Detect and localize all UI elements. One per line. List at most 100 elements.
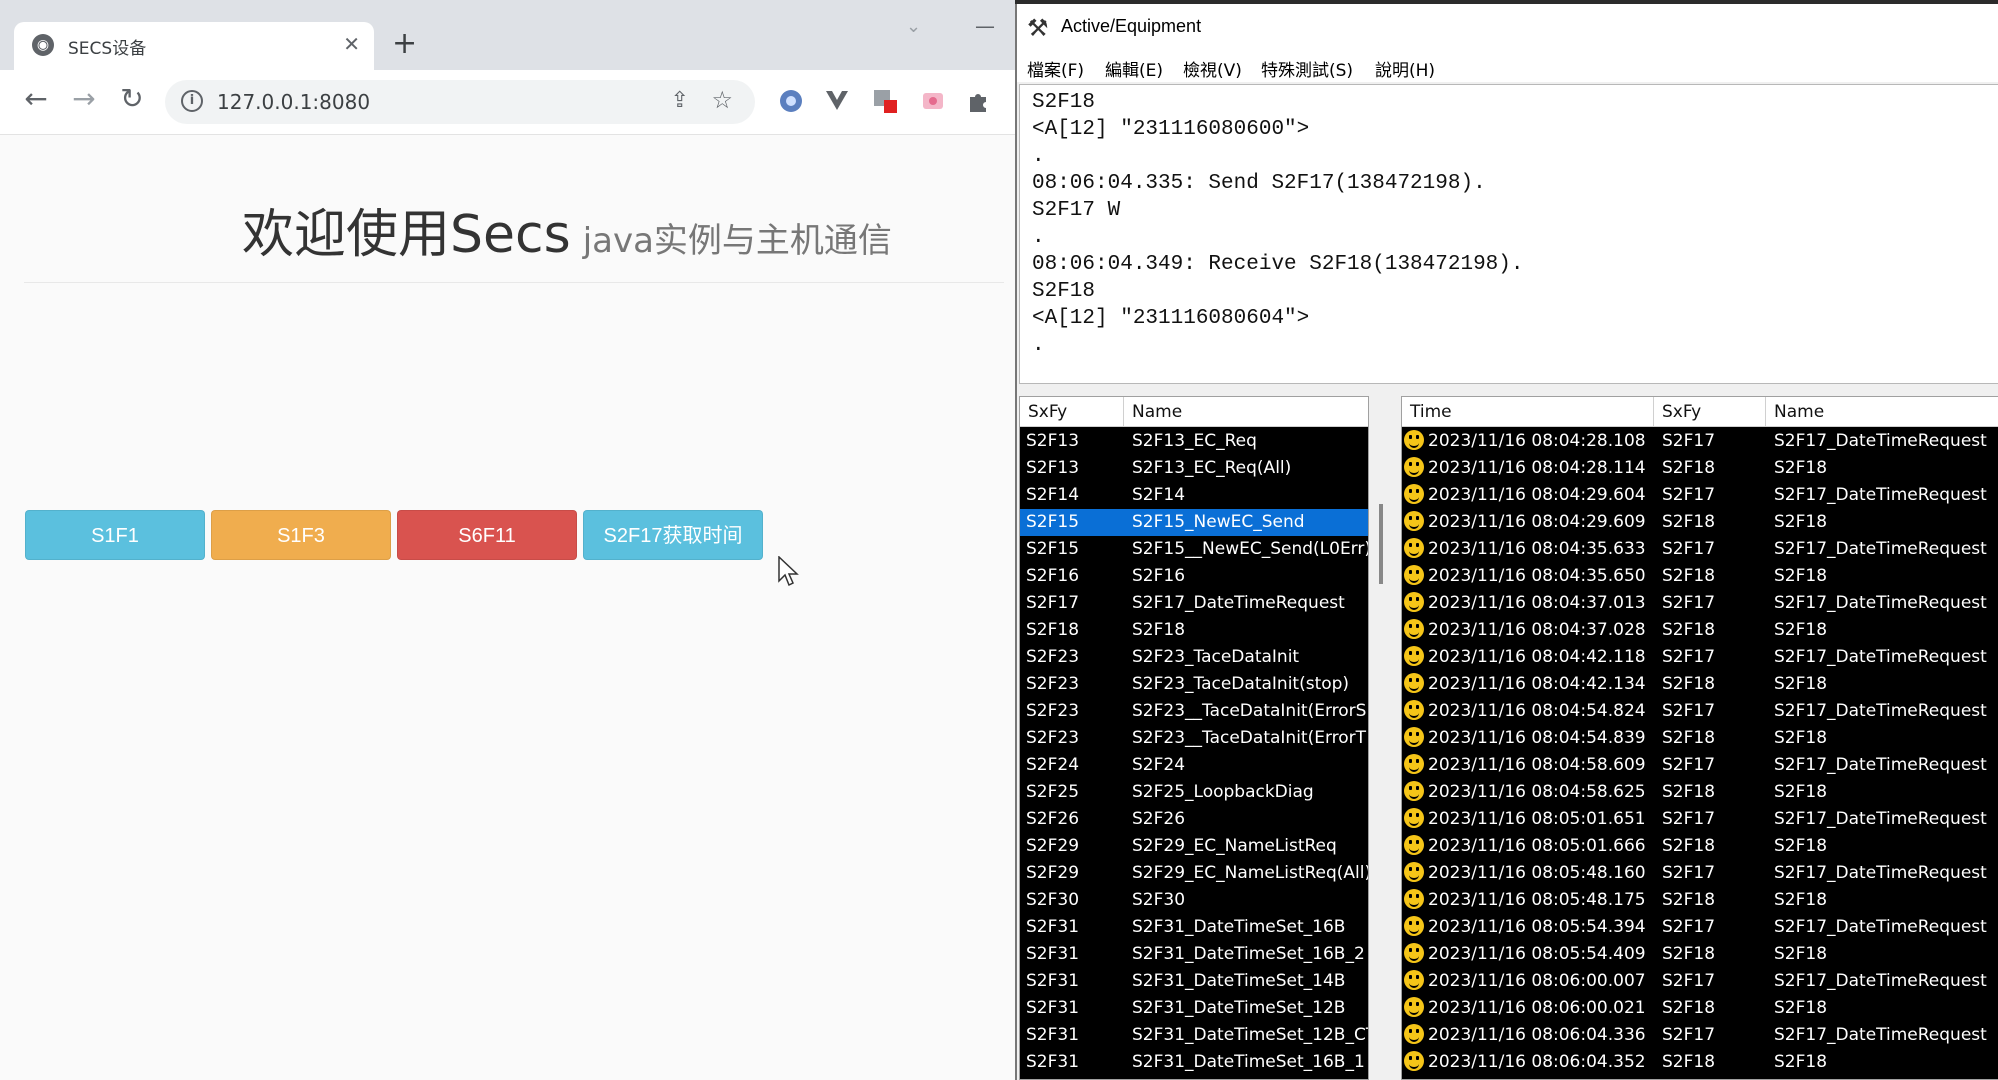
history-time: 2023/11/16 08:04:37.013 (1428, 593, 1646, 613)
address-bar[interactable]: i 127.0.0.1:8080 ⇪ ☆ (165, 80, 755, 124)
extension-vue-icon[interactable] (824, 88, 850, 114)
list-item[interactable]: S2F31 S2F31_DateTimeSet_16B_1 (1020, 1049, 1368, 1076)
s1f3-button[interactable]: S1F3 (211, 510, 391, 560)
history-row[interactable]: 2023/11/16 08:04:54.824 S2F17 S2F17_DateTi… (1402, 698, 1998, 725)
list-item[interactable]: S2F14 S2F14 (1020, 482, 1368, 509)
share-icon[interactable]: ⇪ (671, 88, 689, 113)
column-name[interactable]: Name (1766, 397, 1998, 427)
list-item[interactable]: S2F25 S2F25_LoopbackDiag (1020, 779, 1368, 806)
history-row[interactable]: 2023/11/16 08:04:37.013 S2F17 S2F17_DateTi… (1402, 590, 1998, 617)
tab-search-icon[interactable]: ⌄ (906, 16, 921, 37)
column-name[interactable]: Name (1124, 397, 1368, 427)
menu-edit[interactable]: 編輯(E) (1105, 56, 1163, 81)
history-row[interactable]: 2023/11/16 08:04:54.839 S2F18 S2F18 (1402, 725, 1998, 752)
list-item[interactable]: S2F23 S2F23_TaceDataInit (1020, 644, 1368, 671)
list-item[interactable]: S2F15 S2F15_NewEC_Send (1020, 509, 1368, 536)
menu-special-test[interactable]: 特殊測試(S) (1261, 56, 1353, 81)
history-row[interactable]: 2023/11/16 08:05:48.160 S2F17 S2F17_DateTi… (1402, 860, 1998, 887)
list-item[interactable]: S2F23 S2F23__TaceDataInit(ErrorT (1020, 725, 1368, 752)
message-log[interactable]: S2F18 <A[12] "231116080600">. 08:06:04.335… (1019, 84, 1998, 384)
s2f17-get-time-button[interactable]: S2F17获取时间 (583, 510, 763, 560)
list-item[interactable]: S2F29 S2F29_EC_NameListReq (1020, 833, 1368, 860)
splitter[interactable] (1017, 384, 1998, 396)
list-item[interactable]: S2F24 S2F24 (1020, 752, 1368, 779)
menu-help[interactable]: 說明(H) (1375, 56, 1435, 81)
history-time-cell: 2023/11/16 08:04:35.650 (1404, 563, 1654, 590)
history-row[interactable]: 2023/11/16 08:05:54.409 S2F18 S2F18 (1402, 941, 1998, 968)
url-text[interactable]: 127.0.0.1:8080 (217, 90, 370, 114)
item-name: S2F13_EC_Req (1132, 431, 1257, 451)
list-item[interactable]: S2F18 S2F18 (1020, 617, 1368, 644)
history-time: 2023/11/16 08:05:48.175 (1428, 890, 1646, 910)
list-item[interactable]: S2F31 S2F31_DateTimeSet_16B (1020, 914, 1368, 941)
reload-icon[interactable]: ↻ (114, 82, 150, 115)
list-item[interactable]: S2F23 S2F23_TaceDataInit(stop) (1020, 671, 1368, 698)
history-row[interactable]: 2023/11/16 08:04:28.114 S2F18 S2F18 (1402, 455, 1998, 482)
new-tab-button[interactable]: + (392, 26, 417, 62)
back-icon[interactable]: ← (18, 82, 54, 115)
history-row[interactable]: 2023/11/16 08:04:29.604 S2F17 S2F17_DateTi… (1402, 482, 1998, 509)
list-item[interactable]: S2F15 S2F15__NewEC_Send(L0Err) (1020, 536, 1368, 563)
extension-blue-icon[interactable] (778, 88, 804, 114)
history-row[interactable]: 2023/11/16 08:05:54.394 S2F17 S2F17_DateTi… (1402, 914, 1998, 941)
site-info-icon[interactable]: i (181, 90, 203, 112)
history-row[interactable]: 2023/11/16 08:04:58.609 S2F17 S2F17_DateTi… (1402, 752, 1998, 779)
column-time[interactable]: Time (1402, 397, 1654, 427)
extension-red-badge-icon[interactable] (872, 88, 898, 114)
history-row[interactable]: 2023/11/16 08:04:35.650 S2F18 S2F18 (1402, 563, 1998, 590)
history-row[interactable]: 2023/11/16 08:04:29.609 S2F18 S2F18 (1402, 509, 1998, 536)
list-item[interactable]: S2F29 S2F29_EC_NameListReq(All) (1020, 860, 1368, 887)
browser-tab[interactable]: ◉ SECS设备 ✕ (14, 22, 374, 70)
smiley-icon (1404, 727, 1424, 747)
s6f11-button[interactable]: S6F11 (397, 510, 577, 560)
item-sxfy: S2F31 (1026, 1025, 1080, 1045)
list-item[interactable]: S2F17 S2F17_DateTimeRequest (1020, 590, 1368, 617)
history-row[interactable]: 2023/11/16 08:04:35.633 S2F17 S2F17_DateTi… (1402, 536, 1998, 563)
list-item[interactable]: S2F13 S2F13_EC_Req(All) (1020, 455, 1368, 482)
minimize-button[interactable]: — (975, 14, 995, 38)
list-item[interactable]: S2F31 S2F31_DateTimeSet_16B_2 (1020, 941, 1368, 968)
history-row[interactable]: 2023/11/16 08:05:48.175 S2F18 S2F18 (1402, 887, 1998, 914)
item-name: S2F31_DateTimeSet_14B (1132, 971, 1346, 991)
history-row[interactable]: 2023/11/16 08:06:00.021 S2F18 S2F18 (1402, 995, 1998, 1022)
history-row[interactable]: 2023/11/16 08:04:58.625 S2F18 S2F18 (1402, 779, 1998, 806)
list-item[interactable]: S2F13 S2F13_EC_Req (1020, 428, 1368, 455)
list-item[interactable]: S2F26 S2F26 (1020, 806, 1368, 833)
s1f1-button[interactable]: S1F1 (25, 510, 205, 560)
equipment-titlebar: ⚒ Active/Equipment (1017, 4, 1998, 52)
history-row[interactable]: 2023/11/16 08:06:04.352 S2F18 S2F18 (1402, 1049, 1998, 1076)
extension-pink-icon[interactable] (920, 88, 946, 114)
menu-view[interactable]: 檢視(V) (1183, 56, 1242, 81)
list-item[interactable]: S2F31 S2F31_DateTimeSet_12B_CT (1020, 1022, 1368, 1049)
message-list[interactable]: SxFy Name S2F13 S2F13_EC_Req S2F13 S2F13_EC… (1019, 396, 1369, 1080)
history-time-cell: 2023/11/16 08:05:01.651 (1404, 806, 1654, 833)
smiley-icon (1404, 700, 1424, 720)
bookmark-star-icon[interactable]: ☆ (711, 86, 733, 114)
history-row[interactable]: 2023/11/16 08:04:42.118 S2F17 S2F17_DateTi… (1402, 644, 1998, 671)
close-tab-icon[interactable]: ✕ (343, 32, 360, 56)
history-list[interactable]: Time SxFy Name 2023/11/16 08:04:28.108 S2… (1401, 396, 1998, 1080)
column-sxfy[interactable]: SxFy (1020, 397, 1124, 427)
list-item[interactable]: S2F23 S2F23__TaceDataInit(ErrorS (1020, 698, 1368, 725)
equipment-title: Active/Equipment (1061, 16, 1202, 36)
history-row[interactable]: 2023/11/16 08:04:42.134 S2F18 S2F18 (1402, 671, 1998, 698)
list-item[interactable]: S2F31 S2F31_DateTimeSet_12B (1020, 995, 1368, 1022)
log-line: S2F18 (1032, 280, 1096, 303)
forward-icon[interactable]: → (66, 82, 102, 115)
history-row[interactable]: 2023/11/16 08:06:04.336 S2F17 S2F17_DateTi… (1402, 1022, 1998, 1049)
item-name: S2F31_DateTimeSet_16B_2 (1132, 944, 1365, 964)
history-row[interactable]: 2023/11/16 08:04:28.108 S2F17 S2F17_DateTi… (1402, 428, 1998, 455)
column-sxfy[interactable]: SxFy (1654, 397, 1766, 427)
list-item[interactable]: S2F16 S2F16 (1020, 563, 1368, 590)
list-item[interactable]: S2F31 S2F31_DateTimeSet_14B (1020, 968, 1368, 995)
history-row[interactable]: 2023/11/16 08:04:37.028 S2F18 S2F18 (1402, 617, 1998, 644)
menu-file[interactable]: 檔案(F) (1027, 56, 1084, 81)
list-item[interactable]: S2F30 S2F30 (1020, 887, 1368, 914)
puzzle-icon[interactable] (966, 88, 992, 114)
history-time-cell: 2023/11/16 08:05:48.160 (1404, 860, 1654, 887)
history-row[interactable]: 2023/11/16 08:05:01.651 S2F17 S2F17_DateTi… (1402, 806, 1998, 833)
history-time-cell: 2023/11/16 08:04:42.118 (1404, 644, 1654, 671)
list-scrollbar[interactable] (1379, 504, 1383, 584)
history-row[interactable]: 2023/11/16 08:05:01.666 S2F18 S2F18 (1402, 833, 1998, 860)
history-row[interactable]: 2023/11/16 08:06:00.007 S2F17 S2F17_DateTi… (1402, 968, 1998, 995)
